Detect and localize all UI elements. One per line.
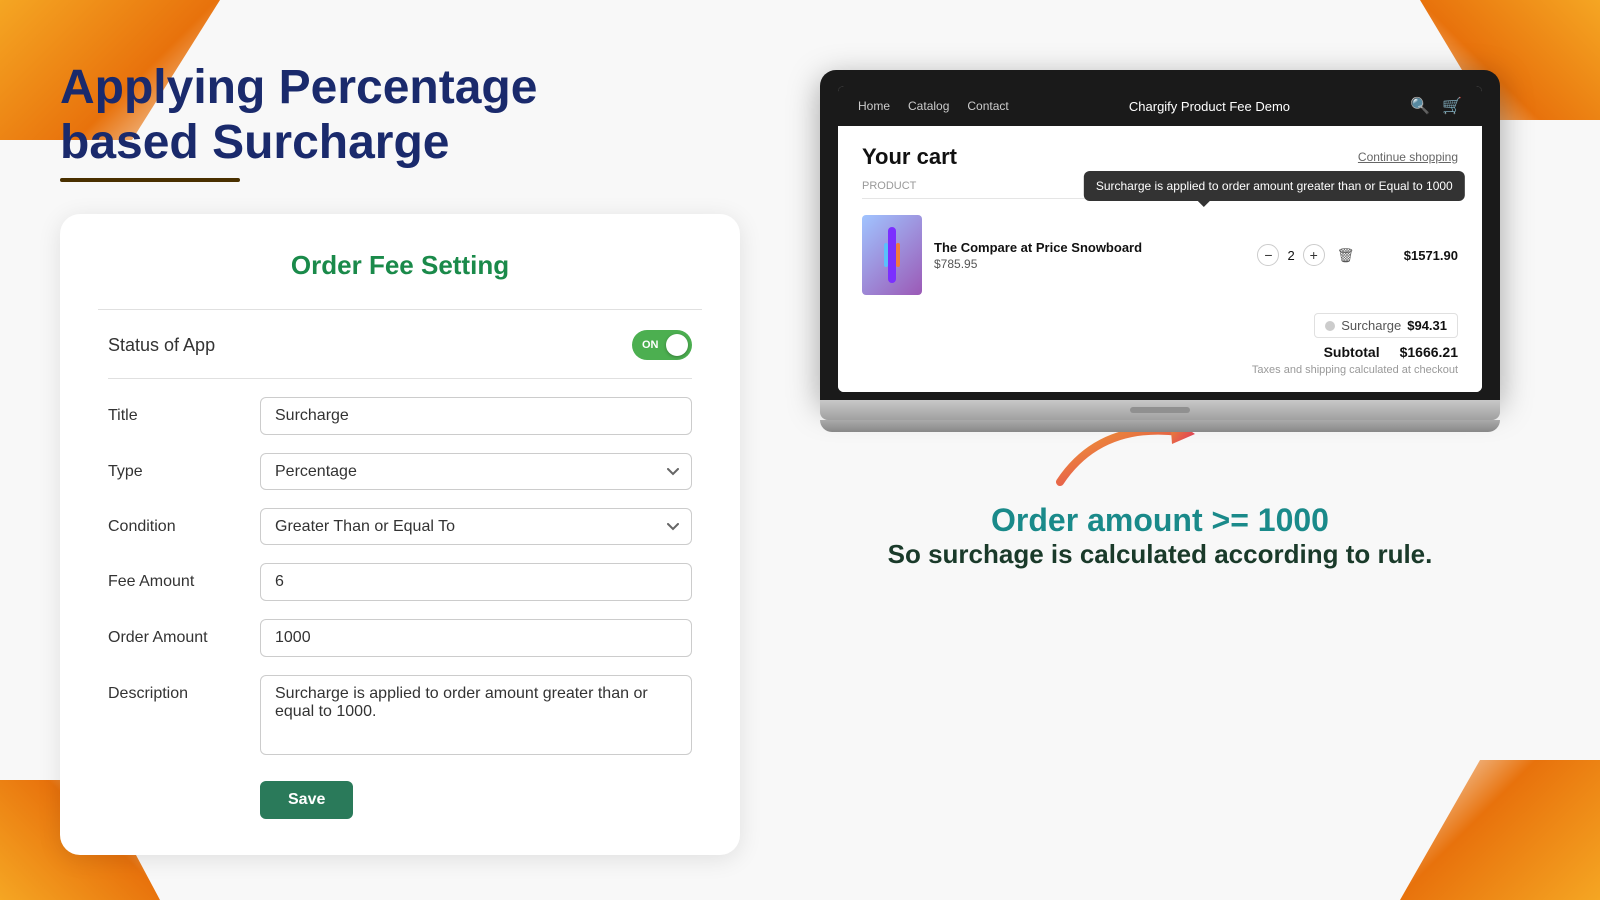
subtotal-value: $1666.21 [1400, 344, 1458, 360]
description-label: Description [108, 675, 248, 703]
title-label: Title [108, 397, 248, 425]
laptop-mockup: Home Catalog Contact Chargify Product Fe… [820, 70, 1500, 432]
product-info: The Compare at Price Snowboard $785.95 [934, 240, 1234, 271]
quantity-controls: − 2 + 🗑 [1246, 244, 1366, 266]
status-label: Status of App [108, 335, 215, 356]
surcharge-dot [1325, 321, 1335, 331]
product-row: The Compare at Price Snowboard $785.95 −… [862, 207, 1458, 303]
subtotal-label: Subtotal [1324, 344, 1380, 360]
nav-brand: Chargify Product Fee Demo [1129, 99, 1290, 114]
card-title: Order Fee Setting [108, 250, 692, 281]
app-status-toggle[interactable]: ON [632, 330, 692, 360]
bottom-line2: So surchage is calculated according to r… [888, 539, 1433, 570]
qty-delete-btn[interactable]: 🗑 [1337, 247, 1355, 264]
nav-link-home[interactable]: Home [858, 99, 890, 113]
quantity-value: 2 [1287, 248, 1294, 263]
type-select[interactable]: Percentage [260, 453, 692, 490]
bottom-text: Order amount >= 1000 So surchage is calc… [888, 502, 1433, 570]
order-fee-card: Order Fee Setting Status of App ON Title [60, 214, 740, 855]
tax-note: Taxes and shipping calculated at checkou… [862, 364, 1458, 376]
product-price: $785.95 [934, 257, 1234, 271]
condition-field-row: Condition Greater Than or Equal To [108, 508, 692, 545]
product-image [862, 215, 922, 295]
nav-icons: 🔍 🛒 [1410, 96, 1462, 116]
subtotal-row: Subtotal $1666.21 [862, 344, 1458, 360]
toggle-on-text: ON [642, 339, 659, 351]
title-underline [60, 178, 240, 182]
form-divider [98, 309, 702, 310]
save-button[interactable]: Save [260, 781, 353, 819]
status-row: Status of App ON [108, 330, 692, 379]
type-label: Type [108, 453, 248, 481]
product-total: $1571.90 [1378, 248, 1458, 263]
shopify-navbar: Home Catalog Contact Chargify Product Fe… [838, 86, 1482, 126]
laptop-foot [820, 420, 1500, 432]
search-icon[interactable]: 🔍 [1410, 96, 1430, 116]
fee-amount-input[interactable] [260, 563, 692, 601]
qty-increase-btn[interactable]: + [1303, 244, 1325, 266]
fee-amount-label: Fee Amount [108, 563, 248, 591]
arrow-section: Order amount >= 1000 So surchage is calc… [888, 422, 1433, 570]
description-field-row: Description Surcharge is applied to orde… [108, 675, 692, 755]
left-panel: Applying Percentage based Surcharge Orde… [60, 40, 740, 860]
order-amount-label: Order Amount [108, 619, 248, 647]
cart-content: Your cart Continue shopping PRODUCT QUAN… [838, 126, 1482, 392]
surcharge-row: Surcharge $94.31 [862, 313, 1458, 338]
right-panel: Home Catalog Contact Chargify Product Fe… [780, 40, 1540, 860]
page-title: Applying Percentage based Surcharge [60, 60, 740, 170]
description-textarea[interactable]: Surcharge is applied to order amount gre… [260, 675, 692, 755]
bottom-line1: Order amount >= 1000 [888, 502, 1433, 539]
cart-icon[interactable]: 🛒 [1442, 96, 1462, 116]
condition-select[interactable]: Greater Than or Equal To [260, 508, 692, 545]
continue-shopping-link[interactable]: Continue shopping [1358, 150, 1458, 164]
surcharge-label: Surcharge [1341, 318, 1401, 333]
nav-links: Home Catalog Contact [858, 99, 1009, 113]
type-field-row: Type Percentage [108, 453, 692, 490]
order-amount-input[interactable] [260, 619, 692, 657]
title-field-row: Title [108, 397, 692, 435]
title-input[interactable] [260, 397, 692, 435]
surcharge-badge: Surcharge $94.31 [1314, 313, 1458, 338]
cart-title: Your cart [862, 144, 957, 170]
fee-amount-field-row: Fee Amount [108, 563, 692, 601]
nav-link-catalog[interactable]: Catalog [908, 99, 949, 113]
order-amount-field-row: Order Amount [108, 619, 692, 657]
surcharge-amount: $94.31 [1407, 318, 1447, 333]
laptop-base [820, 400, 1500, 420]
surcharge-tooltip: Surcharge is applied to order amount gre… [1084, 171, 1465, 201]
condition-label: Condition [108, 508, 248, 536]
product-name: The Compare at Price Snowboard [934, 240, 1234, 255]
qty-decrease-btn[interactable]: − [1257, 244, 1279, 266]
nav-link-contact[interactable]: Contact [967, 99, 1008, 113]
